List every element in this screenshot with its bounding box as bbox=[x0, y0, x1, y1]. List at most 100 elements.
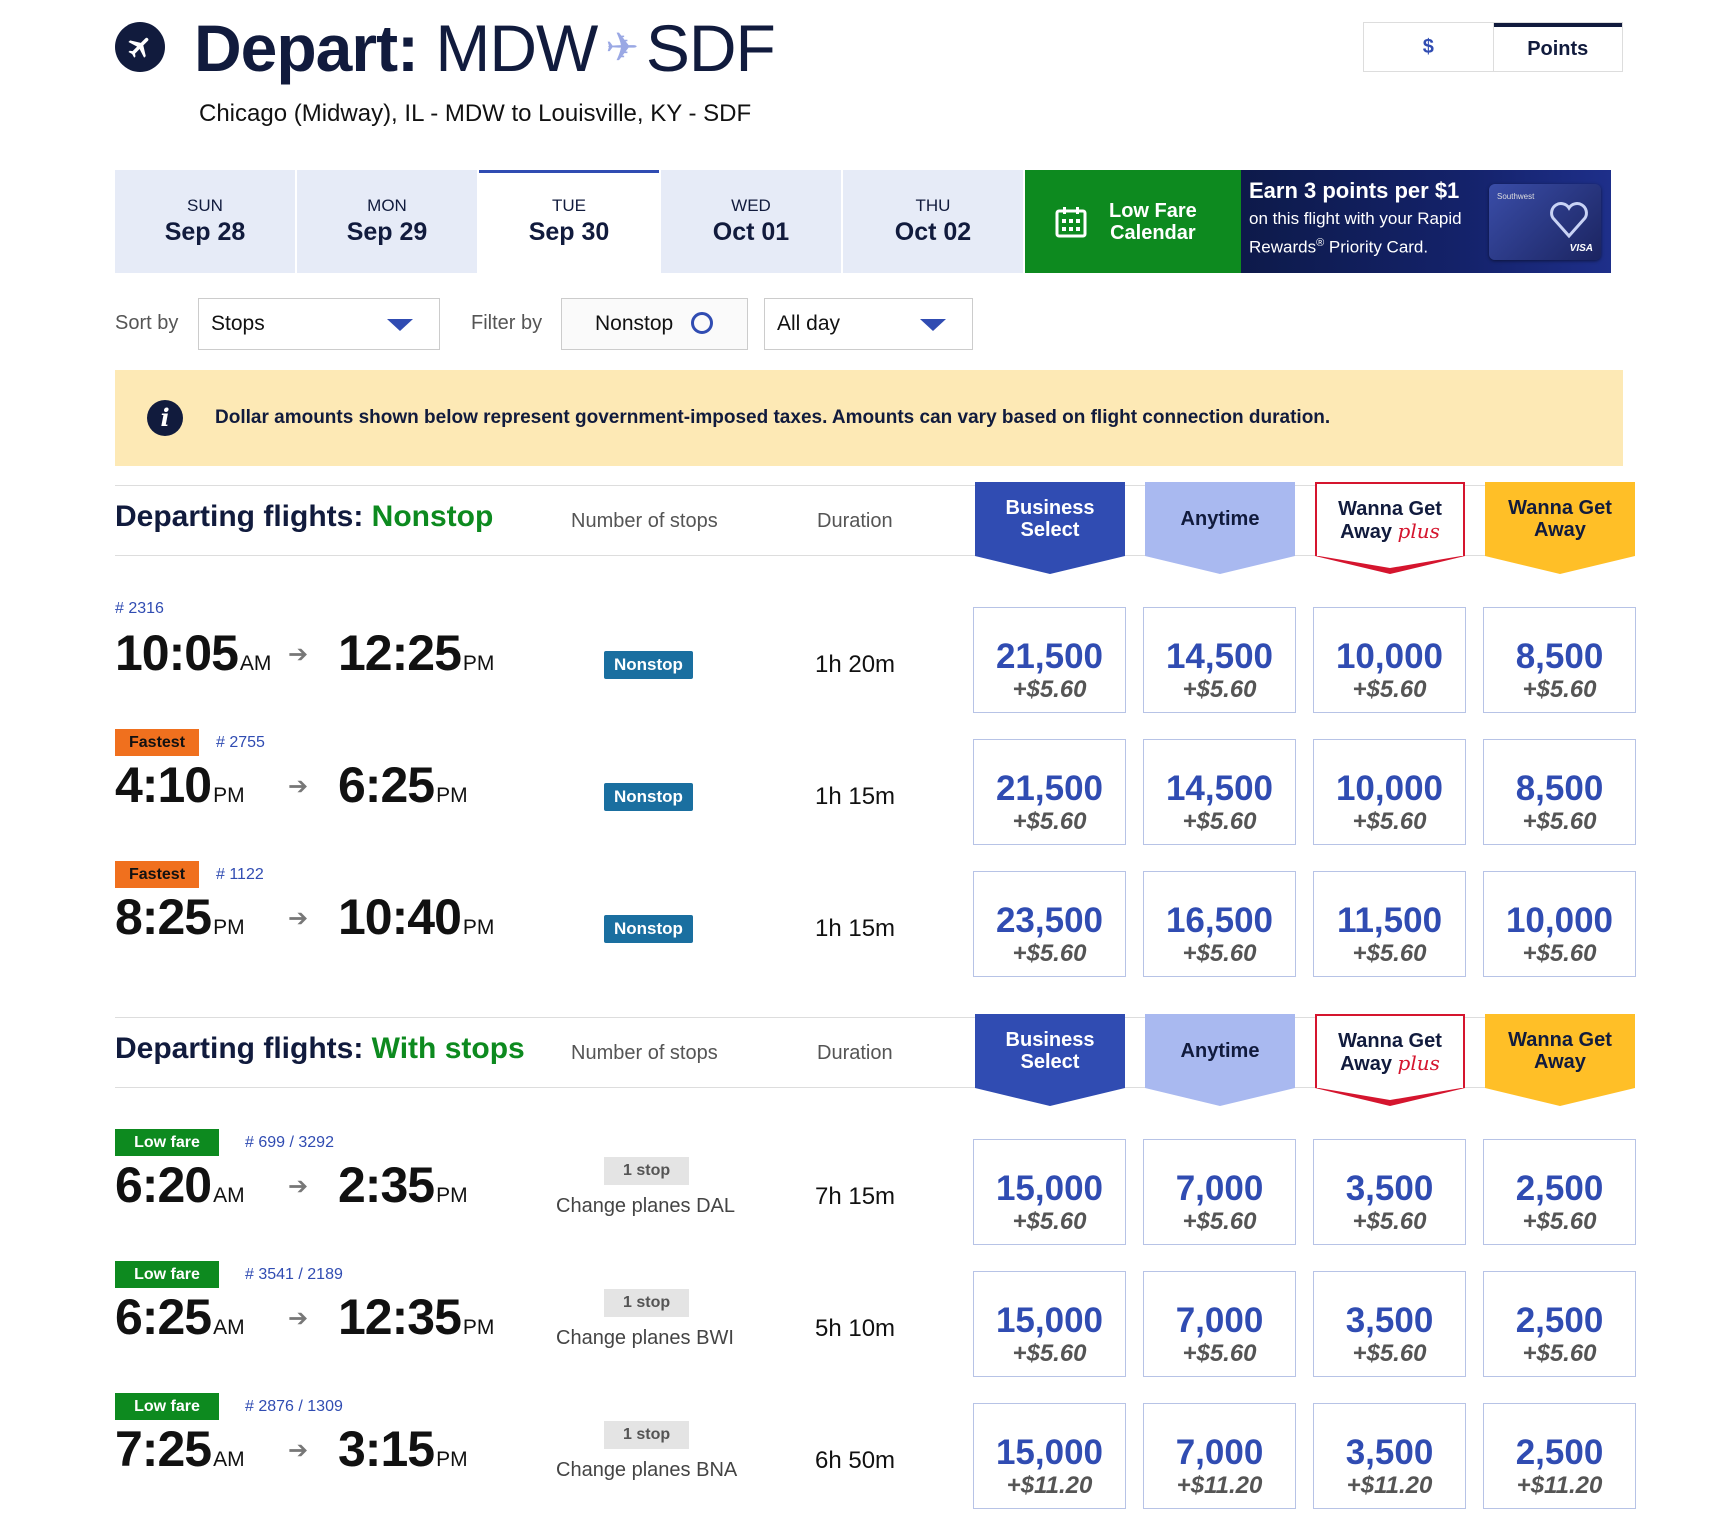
flight-number[interactable]: # 2876 / 1309 bbox=[245, 1398, 343, 1416]
price-wanna-get-away-button[interactable]: 2,500 +$5.60 bbox=[1483, 1271, 1636, 1377]
price-business-select-button[interactable]: 21,500 +$5.60 bbox=[973, 607, 1126, 713]
fare-header-wanna-get-away[interactable]: Wanna Get Away bbox=[1485, 1014, 1635, 1088]
tax-value: +$5.60 bbox=[1522, 808, 1597, 835]
price-wanna-get-away-plus-button[interactable]: 10,000 +$5.60 bbox=[1313, 607, 1466, 713]
points-value: 3,500 bbox=[1345, 1301, 1434, 1340]
price-anytime-button[interactable]: 14,500 +$5.60 bbox=[1143, 607, 1296, 713]
filter-label: Filter by bbox=[471, 312, 543, 334]
date-tab-sun[interactable]: SUN Sep 28 bbox=[115, 170, 295, 273]
dollars-toggle-button[interactable]: $ bbox=[1364, 23, 1494, 71]
origin-code: MDW bbox=[435, 11, 598, 85]
route-subtitle: Chicago (Midway), IL - MDW to Louisville… bbox=[199, 100, 752, 127]
fare-header-anytime[interactable]: Anytime bbox=[1145, 482, 1295, 556]
points-value: 3,500 bbox=[1345, 1169, 1434, 1208]
arrival-time: 12:35PM bbox=[338, 1289, 495, 1345]
column-header-stops: Number of stops bbox=[571, 1042, 718, 1064]
fare-header-business-select[interactable]: Business Select bbox=[975, 1014, 1125, 1088]
price-wanna-get-away-plus-button[interactable]: 10,000 +$5.60 bbox=[1313, 739, 1466, 845]
tax-value: +$5.60 bbox=[1012, 676, 1087, 703]
fare-header-wanna-get-away-plus[interactable]: Wanna Get Away plus bbox=[1315, 482, 1465, 556]
fare-header-chevron bbox=[975, 1088, 1125, 1106]
arrival-time: 2:35PM bbox=[338, 1157, 468, 1213]
price-wanna-get-away-button[interactable]: 10,000 +$5.60 bbox=[1483, 871, 1636, 977]
info-icon: i bbox=[147, 400, 183, 436]
flight-number[interactable]: # 2316 bbox=[115, 600, 164, 618]
tax-value: +$11.20 bbox=[1516, 1472, 1603, 1499]
date-tab-thu[interactable]: THU Oct 02 bbox=[843, 170, 1023, 273]
points-toggle-button[interactable]: Points bbox=[1493, 23, 1622, 71]
price-wanna-get-away-button[interactable]: 8,500 +$5.60 bbox=[1483, 607, 1636, 713]
section-title: Departing flights: With stops bbox=[115, 1032, 525, 1065]
tax-value: +$5.60 bbox=[1522, 1208, 1597, 1235]
points-value: 2,500 bbox=[1515, 1433, 1604, 1472]
price-wanna-get-away-button[interactable]: 2,500 +$5.60 bbox=[1483, 1139, 1636, 1245]
nonstop-badge: Nonstop bbox=[604, 651, 693, 679]
price-anytime-button[interactable]: 7,000 +$5.60 bbox=[1143, 1271, 1296, 1377]
fare-header-chevron bbox=[975, 556, 1125, 574]
price-business-select-button[interactable]: 15,000 +$5.60 bbox=[973, 1271, 1126, 1377]
stops-badge[interactable]: 1 stop bbox=[604, 1157, 690, 1185]
price-anytime-button[interactable]: 14,500 +$5.60 bbox=[1143, 739, 1296, 845]
sort-select[interactable]: Stops bbox=[198, 298, 440, 350]
arrow-right-icon: ➔ bbox=[288, 641, 309, 668]
fare-header-chevron bbox=[1145, 556, 1295, 574]
flight-number[interactable]: # 2755 bbox=[216, 734, 265, 752]
low-fare-calendar-button[interactable]: Low Fare Calendar bbox=[1025, 170, 1241, 273]
price-anytime-button[interactable]: 16,500 +$5.60 bbox=[1143, 871, 1296, 977]
price-wanna-get-away-plus-button[interactable]: 3,500 +$5.60 bbox=[1313, 1139, 1466, 1245]
fare-header-business-select[interactable]: Business Select bbox=[975, 482, 1125, 556]
fare-header-wanna-get-away-plus[interactable]: Wanna Get Away plus bbox=[1315, 1014, 1465, 1088]
price-business-select-button[interactable]: 23,500 +$5.60 bbox=[973, 871, 1126, 977]
stops-badge[interactable]: 1 stop bbox=[604, 1289, 690, 1317]
price-wanna-get-away-plus-button[interactable]: 3,500 +$5.60 bbox=[1313, 1271, 1466, 1377]
change-planes-info: Change planes BNA bbox=[556, 1459, 738, 1481]
tax-value: +$5.60 bbox=[1522, 676, 1597, 703]
low-fare-badge: Low fare bbox=[115, 1393, 219, 1420]
stops-badge[interactable]: 1 stop bbox=[604, 1421, 690, 1449]
column-header-duration: Duration bbox=[817, 510, 893, 532]
fastest-badge: Fastest bbox=[115, 861, 200, 888]
fare-header-anytime[interactable]: Anytime bbox=[1145, 1014, 1295, 1088]
fare-header-wanna-get-away[interactable]: Wanna Get Away bbox=[1485, 482, 1635, 556]
price-business-select-button[interactable]: 21,500 +$5.60 bbox=[973, 739, 1126, 845]
tax-value: +$5.60 bbox=[1012, 1208, 1087, 1235]
points-value: 14,500 bbox=[1165, 637, 1274, 676]
plane-arrow-icon: ✈ bbox=[605, 26, 639, 70]
time-of-day-select[interactable]: All day bbox=[764, 298, 973, 350]
flight-number[interactable]: # 1122 bbox=[216, 866, 264, 884]
arrival-time: 6:25PM bbox=[338, 757, 468, 813]
price-wanna-get-away-button[interactable]: 8,500 +$5.60 bbox=[1483, 739, 1636, 845]
tax-value: +$5.60 bbox=[1352, 940, 1427, 967]
date-tab-wed[interactable]: WED Oct 01 bbox=[661, 170, 841, 273]
price-business-select-button[interactable]: 15,000 +$11.20 bbox=[973, 1403, 1126, 1509]
tax-value: +$5.60 bbox=[1352, 808, 1427, 835]
price-business-select-button[interactable]: 15,000 +$5.60 bbox=[973, 1139, 1126, 1245]
nonstop-filter-toggle[interactable]: Nonstop bbox=[561, 298, 748, 350]
price-wanna-get-away-plus-button[interactable]: 3,500 +$11.20 bbox=[1313, 1403, 1466, 1509]
tax-value: +$5.60 bbox=[1182, 1208, 1257, 1235]
nonstop-badge: Nonstop bbox=[604, 783, 693, 811]
points-value: 15,000 bbox=[995, 1433, 1104, 1472]
flight-number[interactable]: # 699 / 3292 bbox=[245, 1134, 334, 1152]
section-title: Departing flights: Nonstop bbox=[115, 500, 494, 533]
price-wanna-get-away-plus-button[interactable]: 11,500 +$5.60 bbox=[1313, 871, 1466, 977]
tax-value: +$5.60 bbox=[1012, 940, 1087, 967]
tax-value: +$5.60 bbox=[1012, 808, 1087, 835]
arrow-right-icon: ➔ bbox=[288, 1173, 309, 1200]
flight-number[interactable]: # 3541 / 2189 bbox=[245, 1266, 343, 1284]
date-tab-mon[interactable]: MON Sep 29 bbox=[297, 170, 477, 273]
tax-value: +$11.20 bbox=[1006, 1472, 1093, 1499]
price-wanna-get-away-button[interactable]: 2,500 +$11.20 bbox=[1483, 1403, 1636, 1509]
flight-duration: 1h 15m bbox=[815, 915, 896, 942]
departure-time: 6:20AM bbox=[115, 1157, 245, 1213]
points-value: 23,500 bbox=[995, 901, 1104, 940]
price-anytime-button[interactable]: 7,000 +$11.20 bbox=[1143, 1403, 1296, 1509]
points-value: 2,500 bbox=[1515, 1301, 1604, 1340]
tax-value: +$5.60 bbox=[1182, 808, 1257, 835]
page-title: Depart: MDW ✈ SDF bbox=[194, 11, 776, 85]
rapid-rewards-promo-banner[interactable]: Earn 3 points per $1 on this flight with… bbox=[1241, 170, 1611, 273]
price-anytime-button[interactable]: 7,000 +$5.60 bbox=[1143, 1139, 1296, 1245]
date-tab-tue-selected[interactable]: TUE Sep 30 bbox=[479, 170, 659, 273]
low-fare-badge: Low fare bbox=[115, 1261, 219, 1288]
fastest-badge: Fastest bbox=[115, 729, 200, 756]
